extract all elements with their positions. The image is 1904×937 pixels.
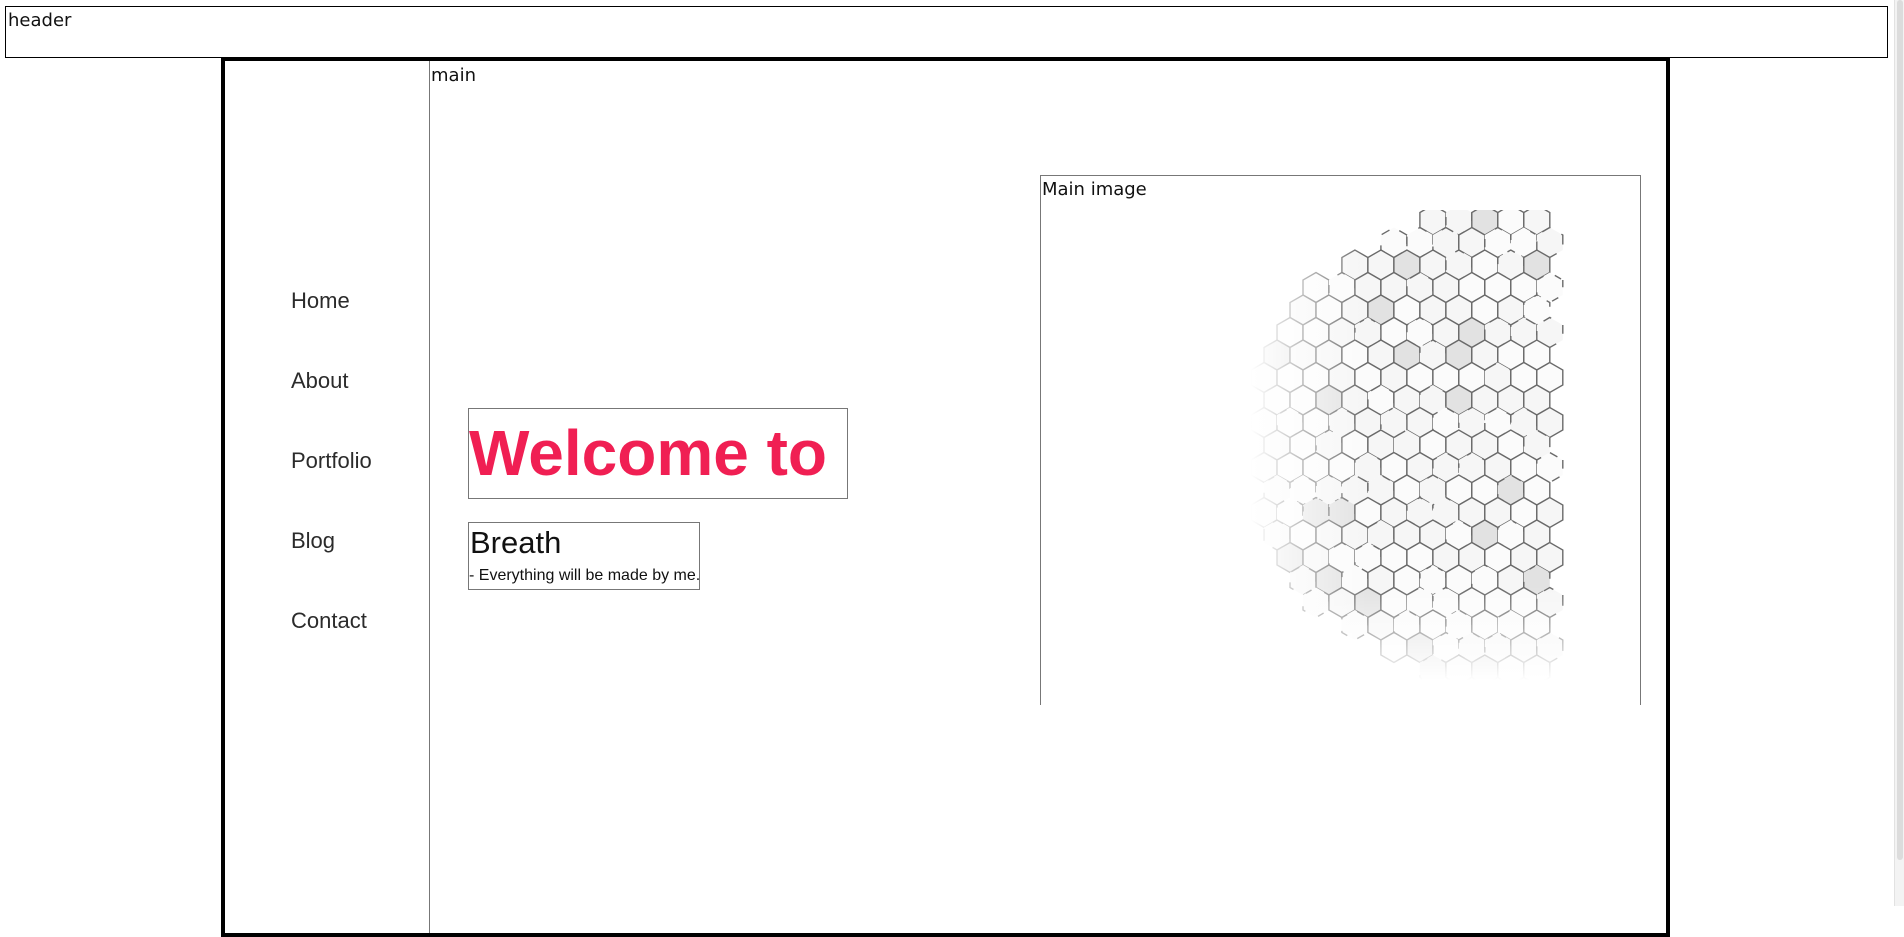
tagline-subtitle: - Everything will be made by me. — [469, 567, 701, 584]
header: header — [5, 6, 1888, 58]
main-image-box: Main image — [1040, 175, 1641, 705]
page-scrollbar[interactable] — [1894, 0, 1904, 906]
nav-item-home[interactable]: Home — [291, 289, 372, 369]
welcome-heading: Welcome to Breath — [469, 417, 847, 489]
page-container: Home About Portfolio Blog Contact main W… — [221, 57, 1670, 937]
tagline-box: Breath - Everything will be made by me. — [468, 522, 700, 590]
welcome-heading-box: Welcome to Breath — [468, 408, 848, 499]
header-label: header — [8, 10, 72, 31]
main-image-label: Main image — [1042, 179, 1147, 200]
nav-list: Home About Portfolio Blog Contact — [291, 289, 372, 689]
main-area: main Welcome to Breath Breath - Everythi… — [430, 61, 1666, 933]
tagline-title: Breath — [470, 525, 562, 560]
nav-item-portfolio[interactable]: Portfolio — [291, 449, 372, 529]
hexagon-pattern-image — [1251, 210, 1581, 680]
nav-item-blog[interactable]: Blog — [291, 529, 372, 609]
main-label: main — [431, 65, 476, 86]
nav-item-about[interactable]: About — [291, 369, 372, 449]
scrollbar-thumb[interactable] — [1897, 0, 1903, 860]
side-nav: Home About Portfolio Blog Contact — [225, 61, 430, 933]
nav-item-contact[interactable]: Contact — [291, 609, 372, 689]
